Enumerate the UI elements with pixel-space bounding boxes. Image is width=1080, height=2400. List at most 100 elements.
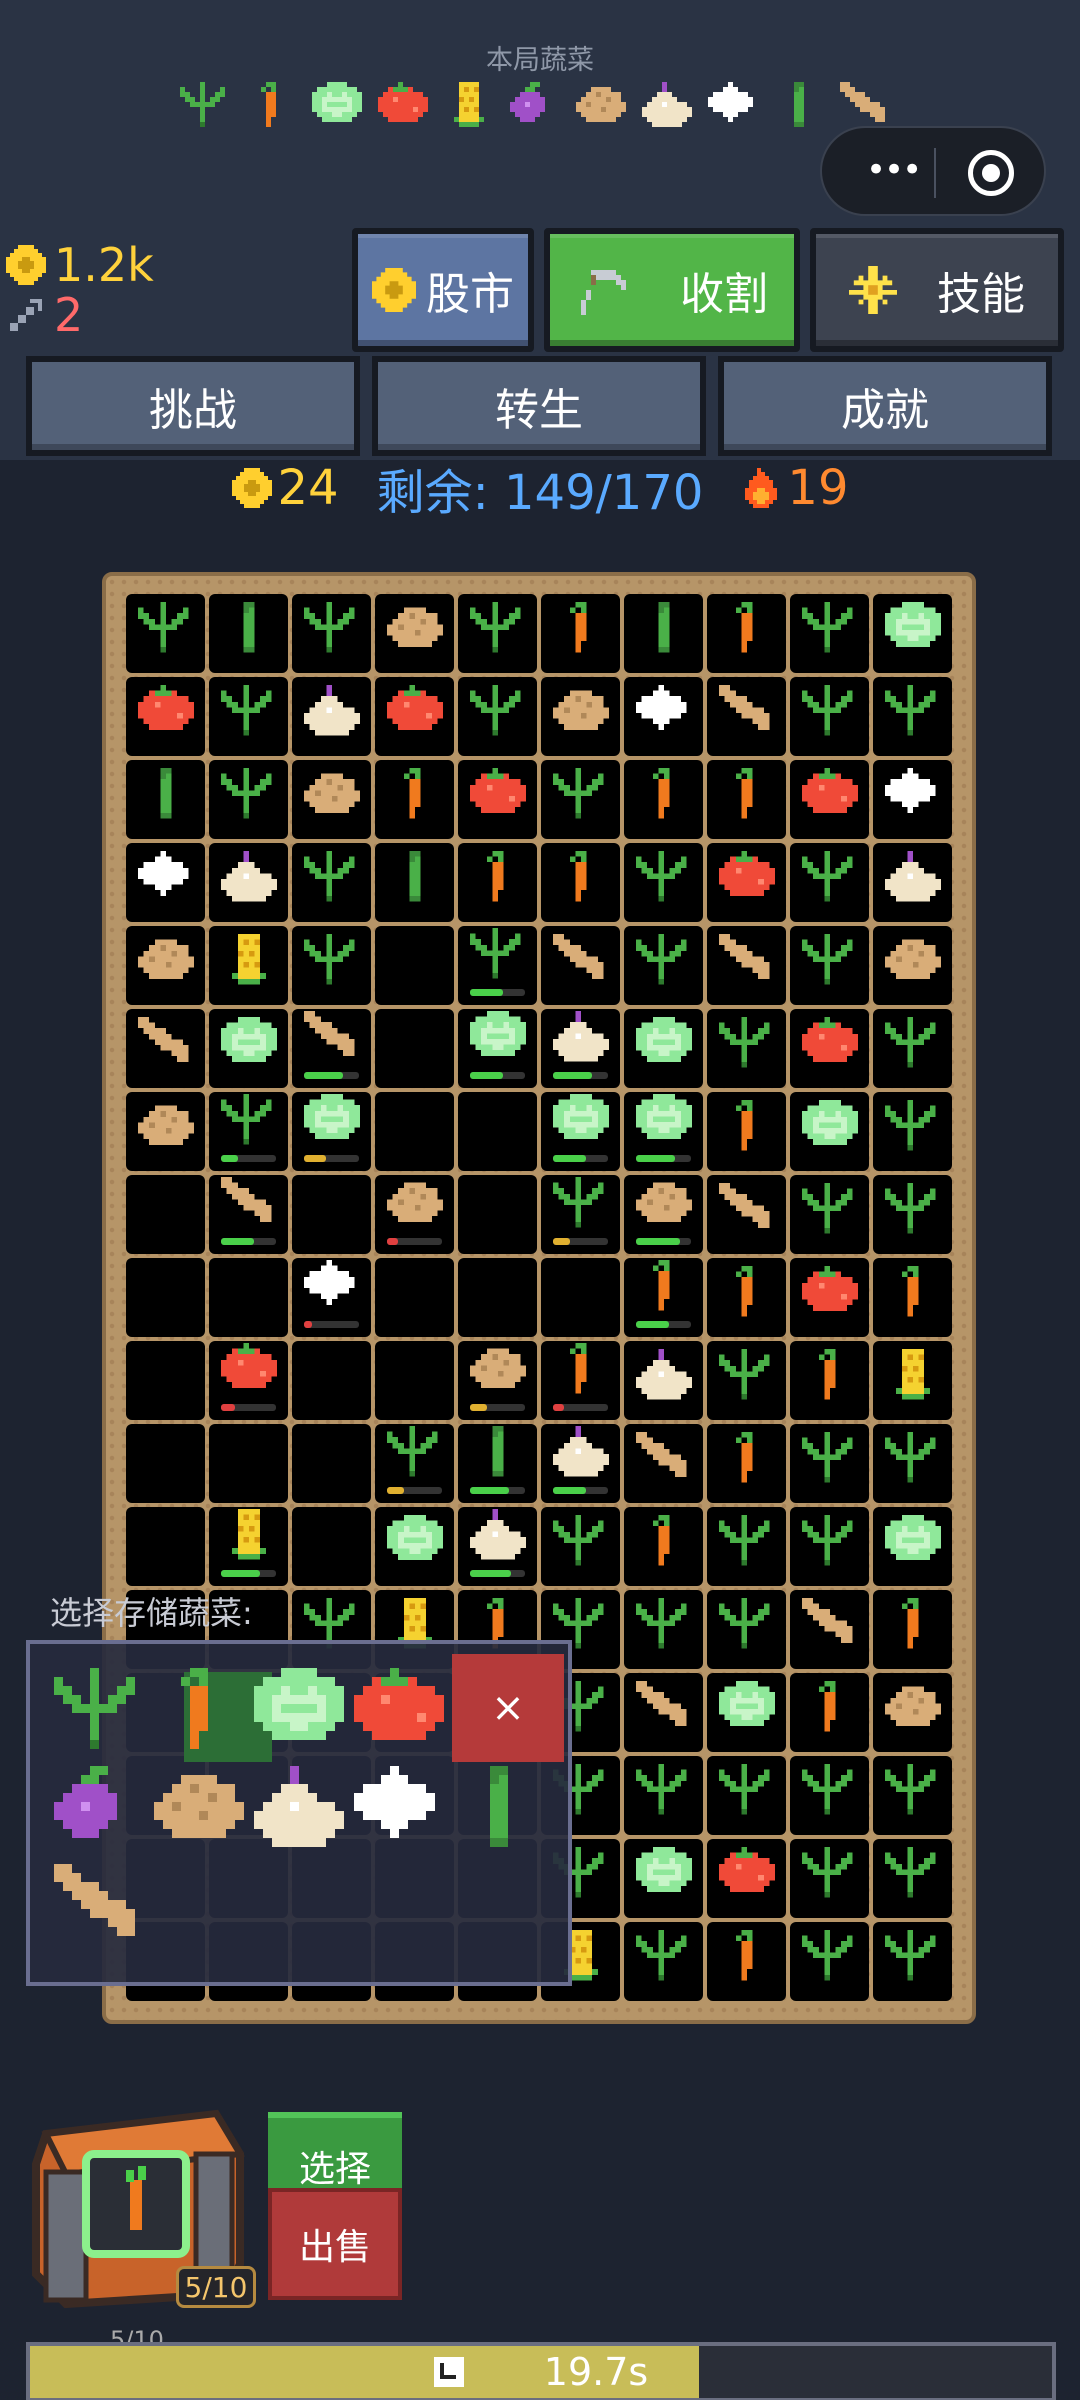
- plot-sprout[interactable]: [458, 594, 537, 673]
- plot-onion[interactable]: [541, 1009, 620, 1088]
- plot-empty[interactable]: [458, 1175, 537, 1254]
- plot-corn[interactable]: [209, 926, 288, 1005]
- plot-carrot[interactable]: [707, 760, 786, 839]
- plot-onion[interactable]: [458, 1507, 537, 1586]
- plot-empty[interactable]: [126, 1507, 205, 1586]
- storage-option-onion[interactable]: [254, 1766, 350, 1858]
- plot-leek[interactable]: [458, 1424, 537, 1503]
- plot-ginger[interactable]: [624, 1424, 703, 1503]
- storage-option-potato[interactable]: [154, 1766, 250, 1858]
- plot-potato[interactable]: [624, 1175, 703, 1254]
- plot-sprout[interactable]: [707, 1590, 786, 1669]
- plot-ginger[interactable]: [790, 1590, 869, 1669]
- stock-market-button[interactable]: 股市: [352, 228, 534, 352]
- plot-sprout[interactable]: [541, 1175, 620, 1254]
- plot-carrot[interactable]: [624, 1507, 703, 1586]
- storage-option-tomato[interactable]: [354, 1668, 450, 1760]
- plot-sprout[interactable]: [873, 1756, 952, 1835]
- plot-sprout[interactable]: [375, 1424, 454, 1503]
- plot-carrot[interactable]: [541, 594, 620, 673]
- plot-sprout[interactable]: [292, 843, 371, 922]
- plot-cabbage[interactable]: [375, 1507, 454, 1586]
- plot-sprout[interactable]: [458, 926, 537, 1005]
- plot-sprout[interactable]: [707, 1341, 786, 1420]
- plot-corn[interactable]: [873, 1341, 952, 1420]
- select-button[interactable]: 选择: [268, 2112, 402, 2196]
- plot-sprout[interactable]: [209, 1092, 288, 1171]
- plot-sprout[interactable]: [458, 677, 537, 756]
- plot-sprout[interactable]: [707, 1009, 786, 1088]
- plot-onion[interactable]: [292, 677, 371, 756]
- plot-sprout[interactable]: [624, 926, 703, 1005]
- plot-garlic[interactable]: [126, 843, 205, 922]
- plot-empty[interactable]: [292, 1507, 371, 1586]
- plot-sprout[interactable]: [707, 1756, 786, 1835]
- plot-tomato[interactable]: [707, 843, 786, 922]
- plot-empty[interactable]: [375, 1258, 454, 1337]
- plot-sprout[interactable]: [624, 1922, 703, 2001]
- harvest-button[interactable]: 收割: [544, 228, 800, 352]
- plot-leek[interactable]: [375, 843, 454, 922]
- skill-button[interactable]: 技能: [810, 228, 1064, 352]
- plot-garlic[interactable]: [292, 1258, 371, 1337]
- plot-sprout[interactable]: [624, 1756, 703, 1835]
- plot-ginger[interactable]: [624, 1673, 703, 1752]
- achievement-button[interactable]: 成就: [718, 356, 1052, 456]
- plot-tomato[interactable]: [375, 677, 454, 756]
- plot-sprout[interactable]: [873, 1922, 952, 2001]
- plot-empty[interactable]: [209, 1258, 288, 1337]
- plot-ginger[interactable]: [707, 1175, 786, 1254]
- plot-sprout[interactable]: [873, 1175, 952, 1254]
- plot-potato[interactable]: [873, 1673, 952, 1752]
- storage-option-leek[interactable]: [454, 1766, 550, 1858]
- plot-sprout[interactable]: [873, 1839, 952, 1918]
- plot-sprout[interactable]: [126, 594, 205, 673]
- plot-potato[interactable]: [873, 926, 952, 1005]
- plot-empty[interactable]: [292, 1175, 371, 1254]
- plot-ginger[interactable]: [707, 677, 786, 756]
- plot-sprout[interactable]: [790, 594, 869, 673]
- plot-cabbage[interactable]: [873, 594, 952, 673]
- plot-onion[interactable]: [541, 1424, 620, 1503]
- plot-sprout[interactable]: [624, 843, 703, 922]
- plot-sprout[interactable]: [790, 1922, 869, 2001]
- plot-empty[interactable]: [126, 1424, 205, 1503]
- plot-carrot[interactable]: [541, 843, 620, 922]
- plot-cabbage[interactable]: [873, 1507, 952, 1586]
- more-menu-icon[interactable]: •••: [866, 150, 922, 190]
- plot-tomato[interactable]: [126, 677, 205, 756]
- plot-sprout[interactable]: [873, 1424, 952, 1503]
- storage-option-garlic[interactable]: [354, 1766, 450, 1858]
- plot-ginger[interactable]: [209, 1175, 288, 1254]
- plot-corn[interactable]: [209, 1507, 288, 1586]
- rebirth-button[interactable]: 转生: [372, 356, 706, 456]
- plot-potato[interactable]: [375, 1175, 454, 1254]
- plot-empty[interactable]: [375, 1341, 454, 1420]
- plot-ginger[interactable]: [541, 926, 620, 1005]
- plot-sprout[interactable]: [790, 1756, 869, 1835]
- plot-empty[interactable]: [209, 1424, 288, 1503]
- plot-potato[interactable]: [126, 1092, 205, 1171]
- plot-carrot[interactable]: [624, 760, 703, 839]
- plot-empty[interactable]: [458, 1258, 537, 1337]
- plot-cabbage[interactable]: [790, 1092, 869, 1171]
- plot-cabbage[interactable]: [458, 1009, 537, 1088]
- plot-empty[interactable]: [375, 926, 454, 1005]
- plot-onion[interactable]: [624, 1341, 703, 1420]
- plot-garlic[interactable]: [624, 677, 703, 756]
- plot-sprout[interactable]: [790, 1175, 869, 1254]
- plot-tomato[interactable]: [458, 760, 537, 839]
- plot-empty[interactable]: [541, 1258, 620, 1337]
- plot-cabbage[interactable]: [292, 1092, 371, 1171]
- storage-option-sprout[interactable]: [54, 1668, 150, 1760]
- plot-tomato[interactable]: [209, 1341, 288, 1420]
- plot-carrot[interactable]: [707, 594, 786, 673]
- plot-cabbage[interactable]: [624, 1839, 703, 1918]
- storage-option-eggplant[interactable]: [54, 1766, 150, 1858]
- plot-sprout[interactable]: [209, 760, 288, 839]
- plot-tomato[interactable]: [790, 760, 869, 839]
- plot-potato[interactable]: [458, 1341, 537, 1420]
- plot-sprout[interactable]: [873, 1009, 952, 1088]
- plot-empty[interactable]: [292, 1341, 371, 1420]
- plot-carrot[interactable]: [707, 1424, 786, 1503]
